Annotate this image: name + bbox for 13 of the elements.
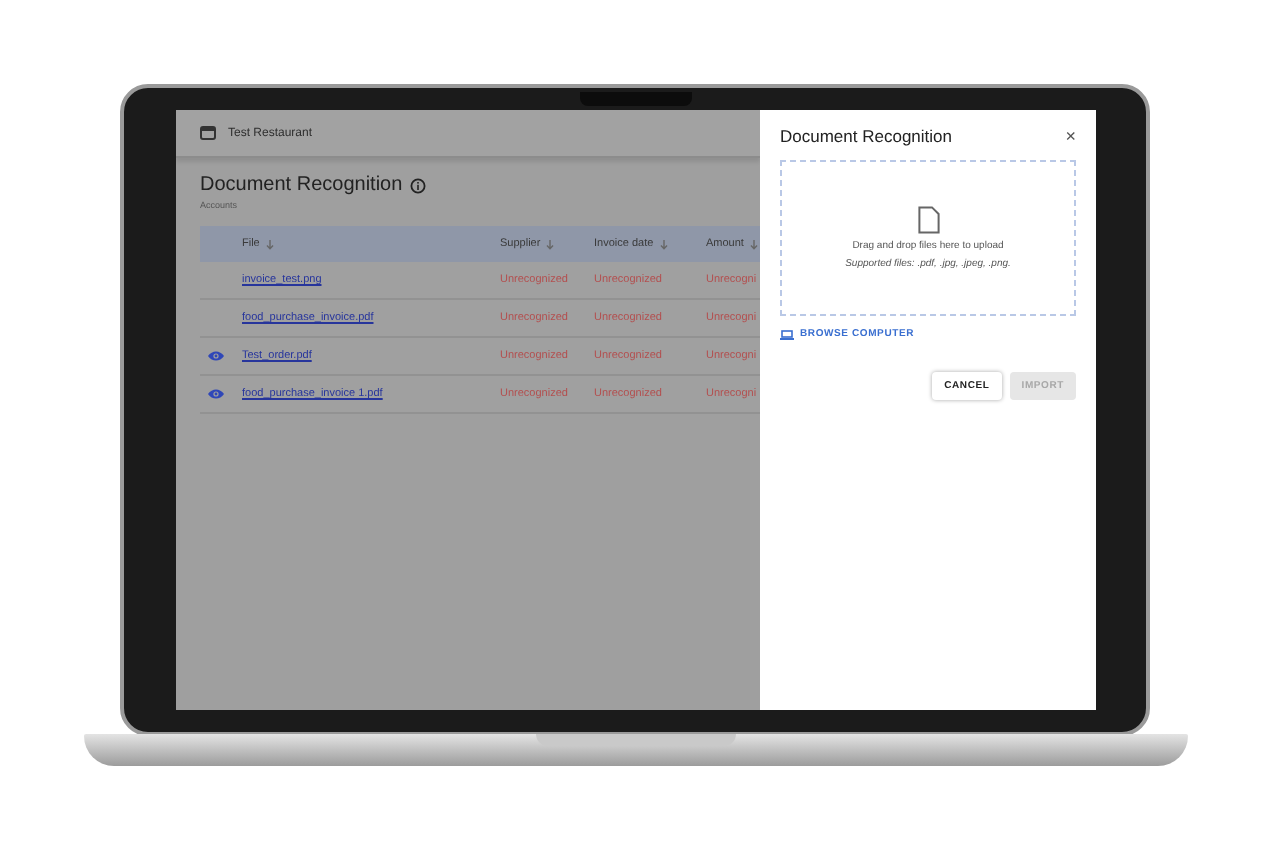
- sort-arrow-icon[interactable]: [265, 239, 274, 249]
- close-button[interactable]: ×: [1065, 127, 1076, 145]
- page-title: Document Recognition: [200, 174, 403, 196]
- sort-arrow-icon[interactable]: [749, 239, 758, 249]
- laptop-icon: [780, 329, 794, 339]
- store-icon: [200, 126, 216, 140]
- dialog-title: Document Recognition: [780, 126, 952, 146]
- eye-icon[interactable]: [208, 350, 224, 362]
- eye-icon[interactable]: [208, 388, 224, 400]
- document-icon: [917, 206, 939, 234]
- info-icon[interactable]: [410, 177, 427, 193]
- sort-arrow-icon[interactable]: [659, 239, 668, 249]
- sort-arrow-icon[interactable]: [546, 239, 555, 249]
